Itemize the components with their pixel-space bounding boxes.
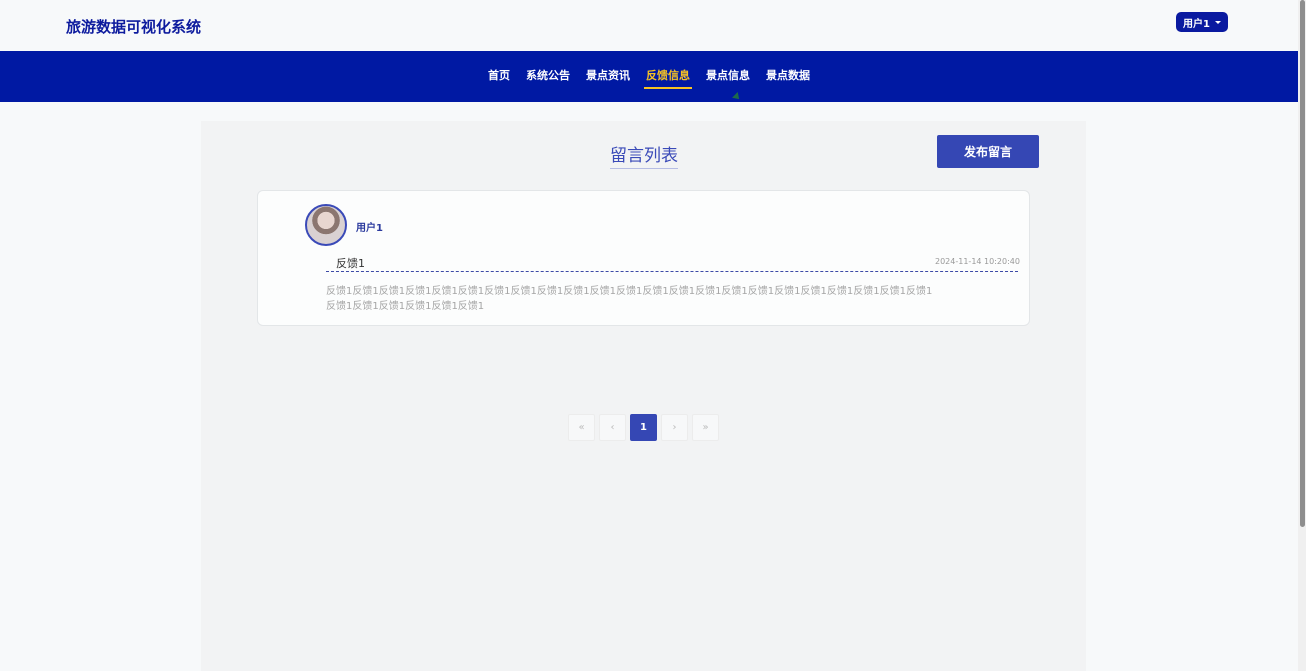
publish-message-button[interactable]: 发布留言	[937, 135, 1039, 168]
main-content: 留言列表 发布留言 用户1 反馈1 2024-11-14 10:20:40 反馈…	[201, 121, 1086, 671]
pagination-last-button[interactable]: »	[692, 414, 719, 441]
user-menu-button[interactable]: 用户1	[1176, 12, 1228, 32]
nav-item-attraction-news[interactable]: 景点资讯	[578, 51, 638, 102]
post-title[interactable]: 反馈1	[336, 255, 365, 271]
main-navbar: 首页 系统公告 景点资讯 反馈信息 景点信息 景点数据	[0, 51, 1298, 102]
top-header: 旅游数据可视化系统 用户1	[0, 0, 1298, 51]
post-username: 用户1	[356, 223, 383, 234]
user-menu-label: 用户1	[1183, 18, 1210, 30]
post-body: 反馈1反馈1反馈1反馈1反馈1反馈1反馈1反馈1反馈1反馈1反馈1反馈1反馈1反…	[326, 286, 933, 312]
nav-menu: 首页 系统公告 景点资讯 反馈信息 景点信息 景点数据	[0, 51, 1298, 102]
pagination-prev-button[interactable]: ‹	[599, 414, 626, 441]
post-timestamp: 2024-11-14 10:20:40	[935, 257, 1020, 266]
avatar	[305, 204, 347, 246]
pagination-first-button[interactable]: «	[568, 414, 595, 441]
nav-item-announcements[interactable]: 系统公告	[518, 51, 578, 102]
brand-title[interactable]: 旅游数据可视化系统	[66, 16, 201, 37]
nav-item-attraction-data[interactable]: 景点数据	[758, 51, 818, 102]
pagination: « ‹ 1 › »	[568, 414, 719, 441]
scrollbar-thumb[interactable]	[1300, 0, 1305, 527]
divider	[326, 271, 1018, 272]
page-title: 留言列表	[610, 141, 678, 169]
nav-item-home[interactable]: 首页	[480, 51, 518, 102]
nav-item-attraction-info[interactable]: 景点信息	[698, 51, 758, 102]
message-card: 用户1 反馈1 2024-11-14 10:20:40 反馈1反馈1反馈1反馈1…	[257, 190, 1030, 326]
caret-down-icon	[1214, 20, 1221, 24]
pagination-next-button[interactable]: ›	[661, 414, 688, 441]
nav-item-feedback[interactable]: 反馈信息	[638, 51, 698, 102]
pagination-page-button[interactable]: 1	[630, 414, 657, 441]
